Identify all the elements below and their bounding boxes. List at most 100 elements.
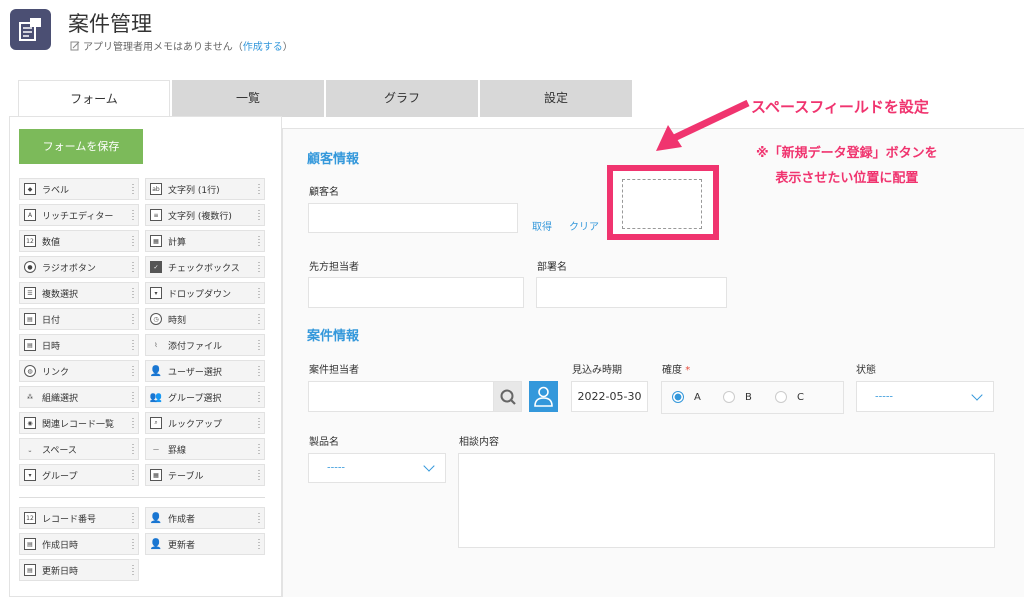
palette-item-text-multi[interactable]: ≡ 文字列 (複数行)	[145, 204, 265, 226]
product-name-dropdown[interactable]: -----	[308, 453, 446, 483]
calculator-icon: ▦	[150, 235, 162, 247]
tab-graph[interactable]: グラフ	[326, 80, 478, 117]
tab-list[interactable]: 一覧	[172, 80, 324, 117]
drag-handle-icon	[257, 209, 261, 222]
radio-selected-icon	[672, 391, 684, 403]
drag-handle-icon	[257, 512, 261, 525]
department-label: 部署名	[537, 262, 567, 273]
drag-handle-icon	[131, 261, 135, 274]
space-icon: ⎵	[28, 445, 32, 452]
palette-item-multi-select[interactable]: ☰ 複数選択	[19, 282, 139, 304]
updated-datetime-icon: ▤	[24, 564, 36, 576]
user-select-button[interactable]	[529, 381, 558, 412]
palette-item-created-datetime[interactable]: ▤ 作成日時	[19, 533, 139, 555]
palette-item-group-select[interactable]: 👥 グループ選択	[145, 386, 265, 408]
line-icon: —	[153, 445, 159, 453]
palette-item-space[interactable]: ⎵ スペース	[19, 438, 139, 460]
drag-handle-icon	[257, 287, 261, 300]
expected-date-input[interactable]: 2022-05-30	[571, 381, 648, 412]
palette-item-table[interactable]: ▦ テーブル	[145, 464, 265, 486]
created-datetime-icon: ▤	[24, 538, 36, 550]
save-form-button[interactable]: フォームを保存	[19, 129, 143, 164]
drag-handle-icon	[257, 339, 261, 352]
multi-select-icon: ☰	[24, 287, 36, 299]
group-icon: 👥	[149, 391, 163, 403]
drag-handle-icon	[257, 261, 261, 274]
certainty-option-a[interactable]: A	[672, 391, 701, 403]
palette-item-datetime[interactable]: ▤ 日時	[19, 334, 139, 356]
certainty-label: 確度 *	[662, 365, 691, 376]
consultation-textarea[interactable]	[458, 453, 995, 548]
customer-name-input[interactable]	[308, 203, 518, 233]
contact-person-input[interactable]	[308, 277, 524, 308]
drag-handle-icon	[257, 469, 261, 482]
clear-link[interactable]: クリア	[569, 218, 599, 233]
deal-owner-label: 案件担当者	[309, 365, 359, 376]
palette-item-checkbox[interactable]: ✓ チェックボックス	[145, 256, 265, 278]
section-customer-info: 顧客情報	[307, 152, 360, 167]
drag-handle-icon	[257, 538, 261, 551]
palette-item-dropdown[interactable]: ▾ ドロップダウン	[145, 282, 265, 304]
related-records-icon: ◉	[24, 417, 36, 429]
tab-form[interactable]: フォーム	[18, 80, 170, 118]
palette-item-org-select[interactable]: ⁂ 組織選択	[19, 386, 139, 408]
record-number-icon: 12	[24, 512, 36, 524]
tag-icon: ◆	[24, 183, 36, 195]
tab-settings[interactable]: 設定	[480, 80, 632, 117]
calendar-icon: ▤	[24, 313, 36, 325]
memo-edit-icon	[70, 41, 80, 51]
status-dropdown[interactable]: -----	[856, 381, 994, 412]
section-deal-info: 案件情報	[307, 329, 360, 344]
app-icon	[10, 9, 51, 50]
settings-tabs: フォーム 一覧 グラフ 設定	[18, 80, 634, 118]
palette-item-attachment[interactable]: ⌇ 添付ファイル	[145, 334, 265, 356]
chevron-down-icon	[971, 388, 983, 401]
datetime-icon: ▤	[24, 339, 36, 351]
drag-handle-icon	[131, 538, 135, 551]
palette-item-updater[interactable]: 👤 更新者	[145, 533, 265, 555]
palette-item-rich-editor[interactable]: A リッチエディター	[19, 204, 139, 226]
drag-handle-icon	[131, 287, 135, 300]
drag-handle-icon	[131, 391, 135, 404]
drag-handle-icon	[257, 443, 261, 456]
drag-handle-icon	[131, 235, 135, 248]
fetch-link[interactable]: 取得	[532, 218, 552, 233]
palette-item-related-records[interactable]: ◉ 関連レコード一覧	[19, 412, 139, 434]
palette-item-creator[interactable]: 👤 作成者	[145, 507, 265, 529]
palette-item-line[interactable]: — 罫線	[145, 438, 265, 460]
palette-item-record-number[interactable]: 12 レコード番号	[19, 507, 139, 529]
checkbox-icon: ✓	[150, 261, 162, 273]
app-title: 案件管理	[68, 12, 152, 36]
drag-handle-icon	[131, 365, 135, 378]
palette-item-date[interactable]: ▤ 日付	[19, 308, 139, 330]
department-input[interactable]	[536, 277, 727, 308]
drag-handle-icon	[257, 391, 261, 404]
create-memo-link[interactable]: 作成する	[243, 42, 283, 53]
space-field[interactable]	[622, 179, 702, 229]
annotation-title: スペースフィールドを設定	[751, 98, 929, 116]
palette-item-updated-datetime[interactable]: ▤ 更新日時	[19, 559, 139, 581]
paperclip-icon: ⌇	[154, 341, 158, 349]
palette-item-calc[interactable]: ▦ 計算	[145, 230, 265, 252]
palette-item-number[interactable]: 12 数値	[19, 230, 139, 252]
user-icon	[534, 386, 553, 407]
user-search-button[interactable]	[493, 381, 522, 412]
palette-item-user-select[interactable]: 👤 ユーザー選択	[145, 360, 265, 382]
palette-item-text-single[interactable]: ab 文字列 (1行)	[145, 178, 265, 200]
palette-item-group[interactable]: ▾ グループ	[19, 464, 139, 486]
certainty-option-c[interactable]: C	[775, 391, 804, 403]
palette-item-lookup[interactable]: ⌕ ルックアップ	[145, 412, 265, 434]
deal-owner-input[interactable]	[308, 381, 494, 412]
certainty-option-b[interactable]: B	[723, 391, 752, 403]
text-single-icon: ab	[150, 183, 162, 195]
palette-item-link[interactable]: ◍ リンク	[19, 360, 139, 382]
drag-handle-icon	[131, 417, 135, 430]
org-icon: ⁂	[27, 393, 33, 401]
drag-handle-icon	[257, 183, 261, 196]
number-icon: 12	[24, 235, 36, 247]
app-memo: アプリ管理者用メモはありません（作成する）	[70, 38, 293, 53]
palette-item-time[interactable]: ◷ 時刻	[145, 308, 265, 330]
palette-item-label[interactable]: ◆ ラベル	[19, 178, 139, 200]
status-label: 状態	[856, 365, 876, 376]
palette-item-radio[interactable]: ● ラジオボタン	[19, 256, 139, 278]
